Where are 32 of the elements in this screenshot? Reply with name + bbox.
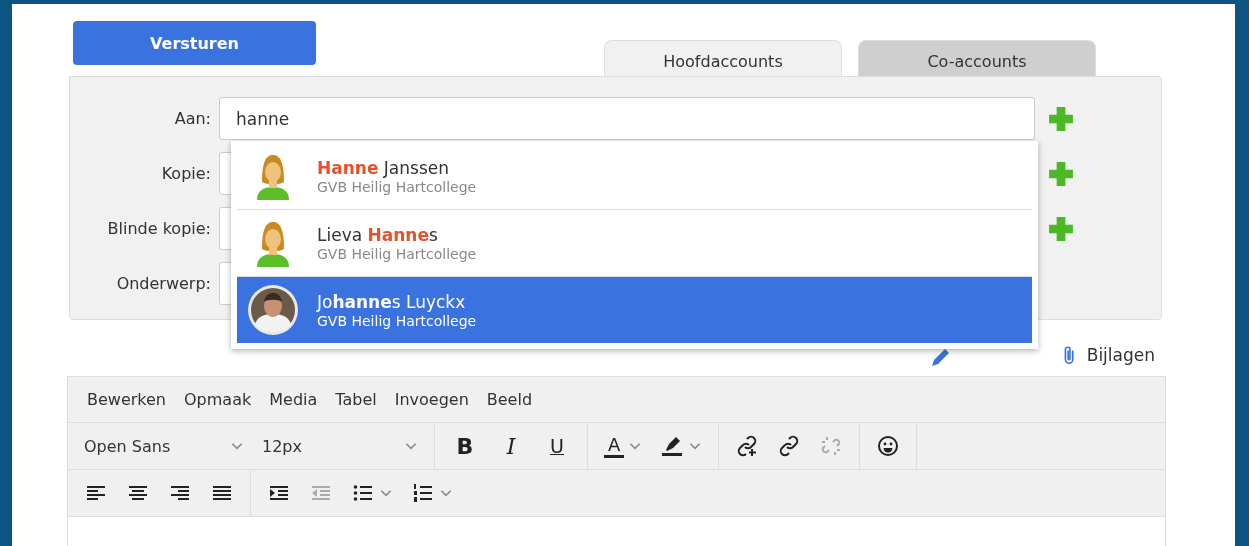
contact-school: GVB Heilig Hartcollege [317,245,477,262]
field-label: Aan: [173,109,212,128]
field-label: Kopie: [160,164,212,183]
bold-button[interactable]: B [445,429,485,463]
tab[interactable]: Hoofdaccounts [604,40,842,76]
contact-name: Lieva Hannes [317,224,439,245]
numbered-list-icon [411,481,435,505]
attachments-link[interactable]: Bijlagen [1058,344,1155,366]
tab[interactable]: Co-accounts [858,40,1096,76]
contact-name: Hanne Janssen [317,157,450,178]
underline-button[interactable]: U [537,431,577,461]
field-label: Blinde kopie: [106,219,212,238]
marker-icon [660,434,685,458]
contact-school: GVB Heilig Hartcollege [317,312,477,329]
suggestion-item[interactable]: Hanne Janssen GVB Heilig Hartcollege [237,143,1032,210]
input-field[interactable]: hanne [219,97,1035,140]
menu-item[interactable]: Media [260,386,327,413]
italic-button[interactable]: I [491,429,531,463]
smiley-icon [876,434,901,458]
field-label: Onderwerp: [115,274,212,293]
menu-item[interactable]: Invoegen [385,386,478,413]
font-select[interactable]: 12px [256,432,424,460]
font-select[interactable]: Open Sans [78,432,250,460]
menu-item[interactable]: Opmaak [175,386,261,413]
send-button[interactable]: Versturen [73,21,316,65]
menu-item[interactable]: Beeld [477,386,542,413]
contact-name: Johannes Luyckx [317,291,467,312]
menu-item[interactable]: Tabel [326,386,386,413]
suggestion-item[interactable]: Johannes Luyckx GVB Heilig Hartcollege [237,277,1032,343]
menu-item[interactable]: Bewerken [78,386,175,413]
contact-school: GVB Heilig Hartcollege [317,178,477,195]
text-color-button[interactable]: A [598,430,649,462]
